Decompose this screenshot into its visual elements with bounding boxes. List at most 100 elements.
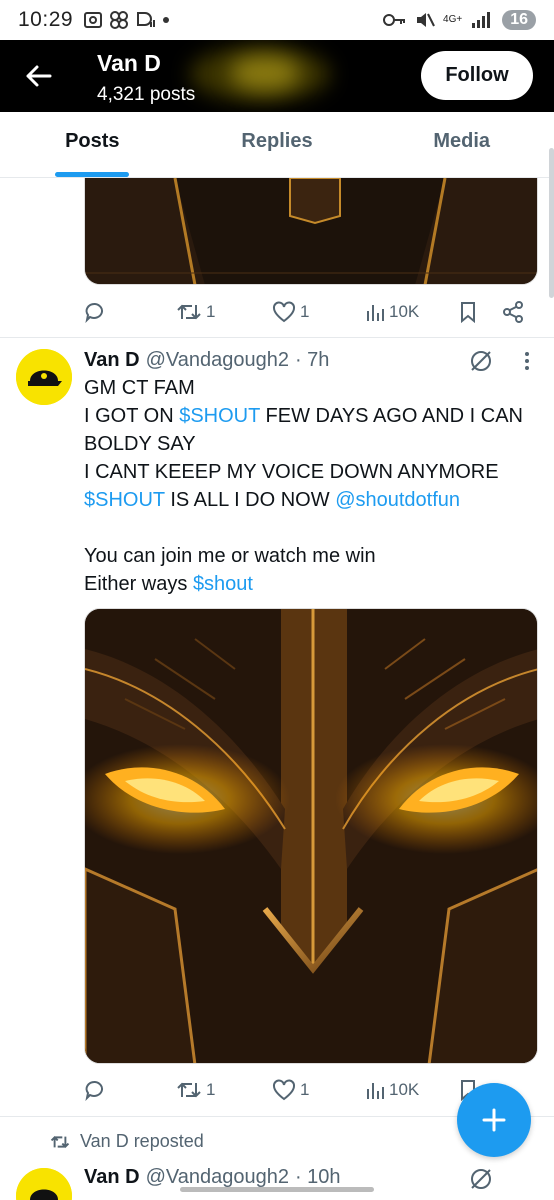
tweet-header: Van D @Vandagough2 · 7h: [84, 349, 329, 372]
grok-button[interactable]: [468, 348, 494, 374]
more-options-button[interactable]: [517, 349, 537, 373]
like-button[interactable]: 1: [272, 297, 309, 327]
tweet-line: GM CT FAM: [84, 374, 544, 402]
tab-posts[interactable]: Posts: [0, 112, 185, 177]
like-count: 1: [300, 1080, 310, 1099]
author-handle[interactable]: @Vandagough2: [146, 1166, 289, 1189]
share-icon: [503, 301, 523, 323]
views-button[interactable]: 10K: [365, 1075, 419, 1105]
back-arrow-icon: [26, 65, 52, 87]
text-segment: I GOT ON: [84, 405, 180, 427]
heart-icon: [273, 1079, 295, 1101]
previous-post-actions: 1 1 10K: [84, 297, 538, 327]
dot-icon: [161, 10, 171, 30]
text-segment: I CANT KEEEP MY VOICE DOWN ANYMORE: [84, 461, 499, 483]
text-segment: FEW DAYS AGO AND I CAN: [259, 405, 523, 427]
cap-icon: [16, 1168, 72, 1200]
status-bar: 10:29 4G+ 16: [0, 0, 554, 40]
repost-button[interactable]: 1: [176, 297, 215, 327]
tweet-text: GM CT FAM I GOT ON $SHOUT FEW DAYS AGO A…: [84, 374, 544, 598]
repost-notice-text: Van D reposted: [80, 1131, 204, 1151]
text-segment: BOLDY SAY: [84, 433, 196, 455]
tweet-line: $SHOUT IS ALL I DO NOW @shoutdotfun: [84, 486, 544, 514]
reply-button[interactable]: [84, 1075, 106, 1105]
repost-button[interactable]: 1: [176, 1075, 215, 1105]
views-count: 10K: [389, 1080, 420, 1099]
repost-notice: Van D reposted: [50, 1131, 204, 1152]
key-icon: [383, 10, 407, 30]
reply-button[interactable]: [84, 297, 106, 327]
tweet-line: BOLDY SAY: [84, 430, 544, 458]
repost-count: 1: [206, 302, 216, 321]
pinwheel-icon: [109, 10, 129, 30]
grok-icon: [471, 1169, 491, 1189]
tweet-line: I GOT ON $SHOUT FEW DAYS AGO AND I CAN: [84, 402, 544, 430]
avatar[interactable]: [16, 349, 72, 405]
tweet-line: [84, 514, 544, 542]
scrollbar[interactable]: [549, 148, 554, 298]
repost-icon: [50, 1135, 70, 1148]
like-count: 1: [300, 302, 310, 321]
follow-button[interactable]: Follow: [421, 51, 533, 100]
text-segment: IS ALL I DO NOW: [164, 489, 336, 511]
more-vertical-icon: [525, 352, 529, 370]
heart-icon: [273, 301, 295, 323]
previous-post-image[interactable]: [84, 178, 538, 285]
mention-link[interactable]: @shoutdotfun: [335, 489, 460, 511]
repost-icon: [177, 304, 201, 320]
repost-count: 1: [206, 1080, 216, 1099]
cashtag-link[interactable]: $shout: [193, 573, 253, 595]
signal-icon: [470, 10, 494, 30]
tab-label: Replies: [241, 130, 313, 152]
tweet-line: Either ways $shout: [84, 570, 544, 598]
cap-icon: [16, 349, 72, 405]
views-icon: [367, 1083, 384, 1099]
tab-active-indicator: [55, 172, 130, 177]
status-time: 10:29: [18, 8, 74, 31]
divider: [0, 337, 554, 338]
profile-header: Van D 4,321 posts Follow: [0, 40, 554, 112]
data-icon: [135, 10, 156, 30]
reply-icon: [85, 303, 103, 323]
compose-button[interactable]: [457, 1083, 531, 1157]
back-button[interactable]: [20, 58, 56, 94]
like-button[interactable]: 1: [272, 1075, 309, 1105]
bookmark-button[interactable]: [458, 297, 478, 327]
page-title: Van D: [97, 50, 161, 76]
home-indicator[interactable]: [180, 1187, 374, 1192]
tweet-image[interactable]: [84, 608, 538, 1064]
share-button[interactable]: [502, 297, 524, 327]
plus-icon: [482, 1108, 506, 1132]
cashtag-link[interactable]: $SHOUT: [84, 489, 165, 511]
avatar[interactable]: [16, 1168, 72, 1200]
tweet-line: You can join me or watch me win: [84, 542, 544, 570]
text-segment: Either ways: [84, 573, 193, 595]
tab-label: Media: [433, 130, 491, 152]
tweet-time[interactable]: · 10h: [295, 1166, 341, 1189]
network-type: 4G+: [443, 14, 463, 25]
views-icon: [367, 305, 384, 321]
text-segment: GM CT FAM: [84, 377, 195, 399]
text-segment: You can join me or watch me win: [84, 545, 376, 567]
author-name[interactable]: Van D: [84, 349, 140, 372]
tweet-time[interactable]: · 7h: [295, 349, 329, 372]
mute-icon: [415, 10, 435, 30]
author-handle[interactable]: @Vandagough2: [146, 349, 289, 372]
author-name[interactable]: Van D: [84, 1166, 140, 1189]
tab-media[interactable]: Media: [369, 112, 554, 177]
tab-label: Posts: [65, 130, 120, 152]
views-button[interactable]: 10K: [365, 297, 419, 327]
posts-count: 4,321 posts: [97, 84, 196, 105]
tweet-line: I CANT KEEEP MY VOICE DOWN ANYMORE: [84, 458, 544, 486]
next-tweet-header: Van D @Vandagough2 · 10h: [84, 1166, 341, 1189]
repost-icon: [177, 1082, 201, 1098]
cashtag-link[interactable]: $SHOUT: [179, 405, 260, 427]
screenshot-icon: [83, 10, 103, 30]
views-count: 10K: [389, 302, 420, 321]
reply-icon: [85, 1081, 103, 1101]
grok-button[interactable]: [468, 1166, 494, 1192]
tab-replies[interactable]: Replies: [185, 112, 370, 177]
profile-tabs: Posts Replies Media: [0, 112, 554, 178]
bookmark-icon: [461, 302, 475, 323]
battery-indicator: 16: [502, 10, 536, 30]
